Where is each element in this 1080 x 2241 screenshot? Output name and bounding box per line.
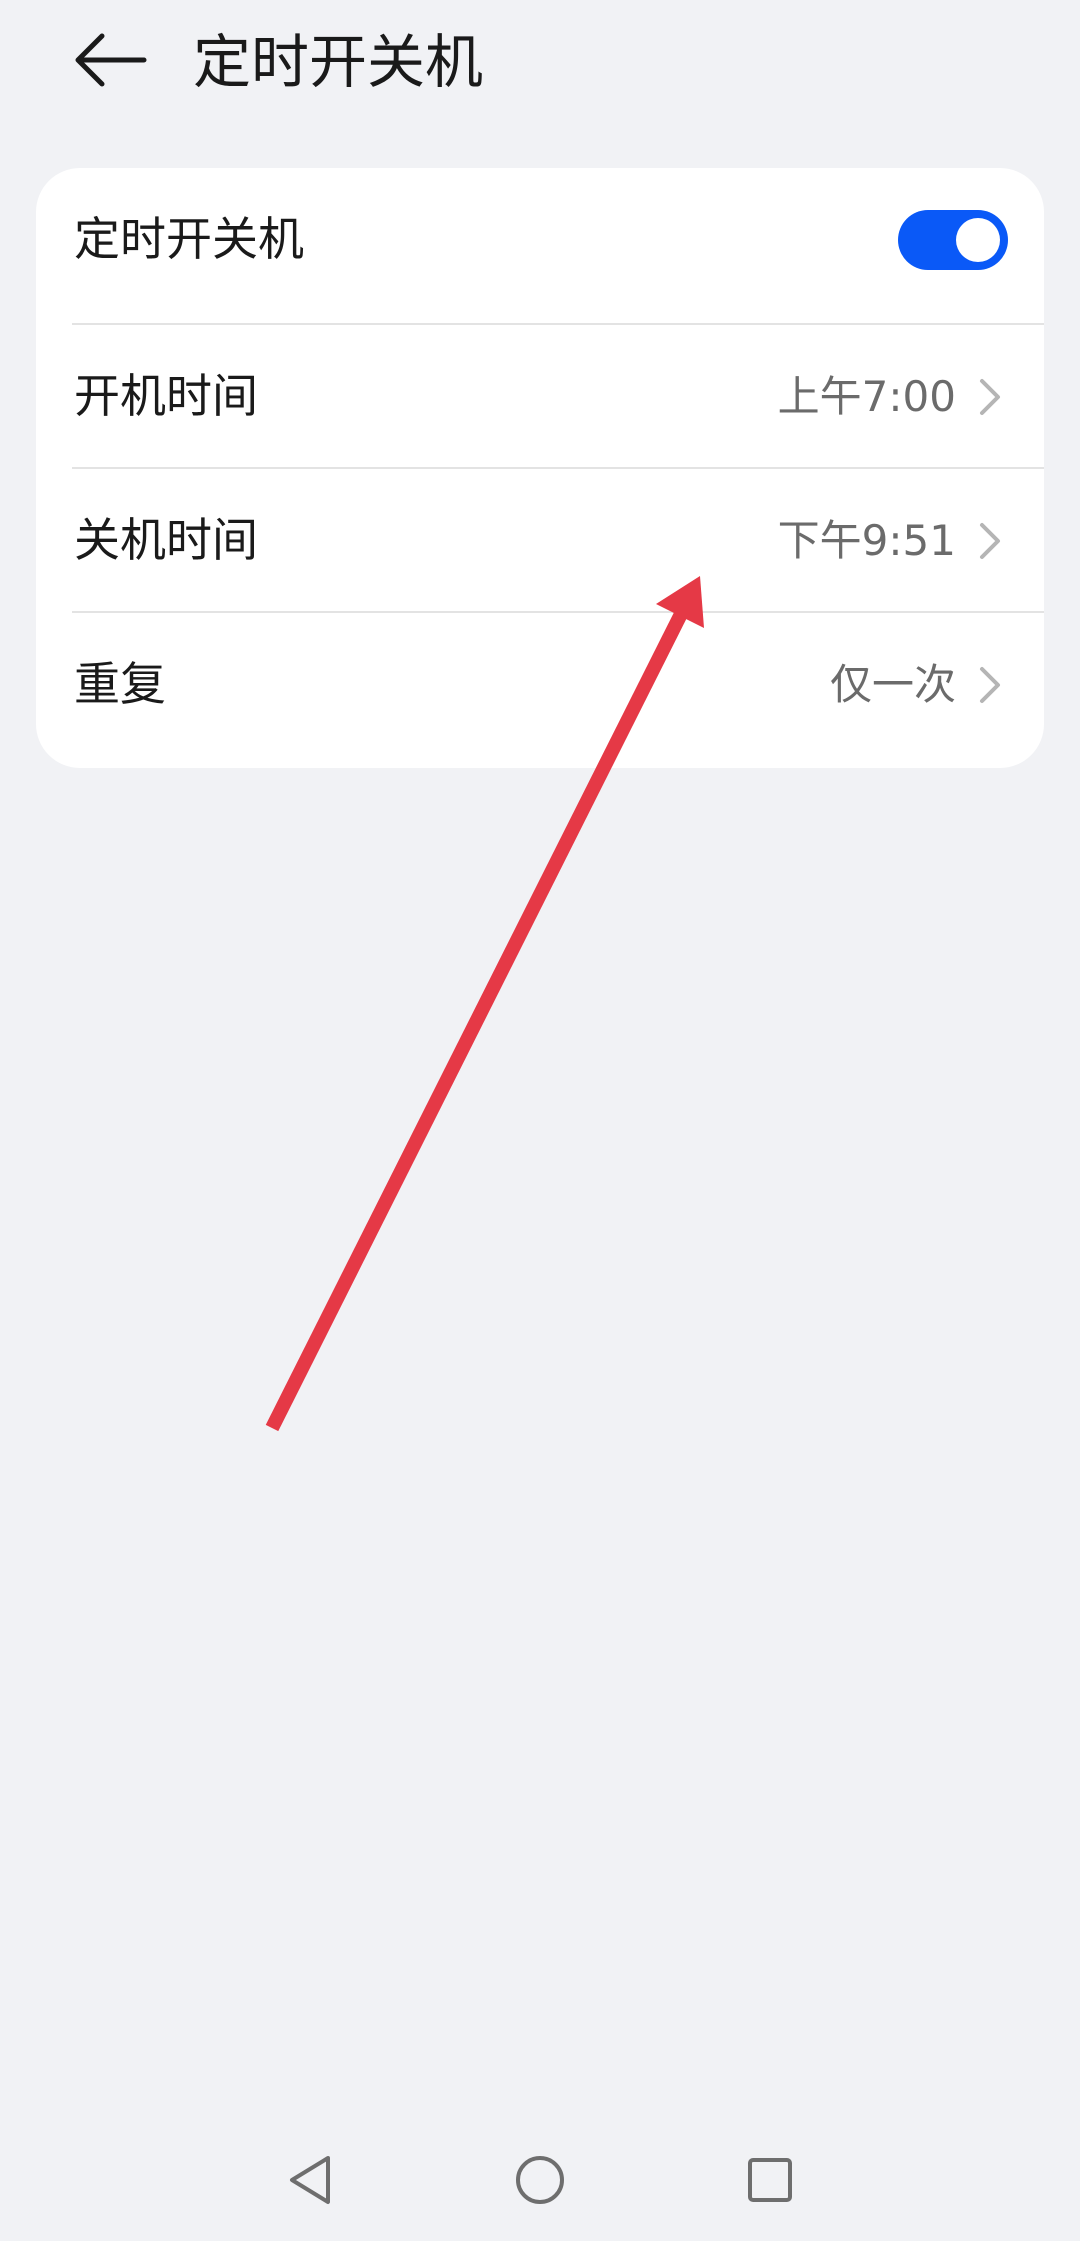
scheduled-power-toggle-row[interactable]: 定时开关机 [36,168,1044,311]
power-off-time-label: 关机时间 [74,513,258,567]
chevron-right-icon [980,379,1000,415]
triangle-back-icon[interactable] [280,2150,340,2210]
back-arrow-icon[interactable] [72,28,148,92]
page-title: 定时开关机 [193,28,484,96]
system-navigation-bar [0,2120,1080,2241]
switch-knob [956,218,1000,262]
settings-card: 定时开关机 开机时间 上午7:00 关机时间 下午9:51 重复 仅一次 [36,168,1044,768]
repeat-label: 重复 [74,657,166,711]
power-on-time-row[interactable]: 开机时间 上午7:00 [36,325,1044,468]
scheduled-power-label: 定时开关机 [74,212,304,266]
power-on-time-label: 开机时间 [74,369,258,423]
chevron-right-icon [980,523,1000,559]
repeat-value: 仅一次 [829,660,956,709]
app-header: 定时开关机 [0,0,1080,130]
square-recents-icon[interactable] [740,2150,800,2210]
power-off-time-row[interactable]: 关机时间 下午9:51 [36,469,1044,612]
power-on-time-value: 上午7:00 [777,372,956,421]
scheduled-power-switch[interactable] [898,210,1008,270]
chevron-right-icon [980,667,1000,703]
power-off-time-value: 下午9:51 [777,516,956,565]
circle-home-icon[interactable] [510,2150,570,2210]
repeat-row[interactable]: 重复 仅一次 [36,613,1044,756]
